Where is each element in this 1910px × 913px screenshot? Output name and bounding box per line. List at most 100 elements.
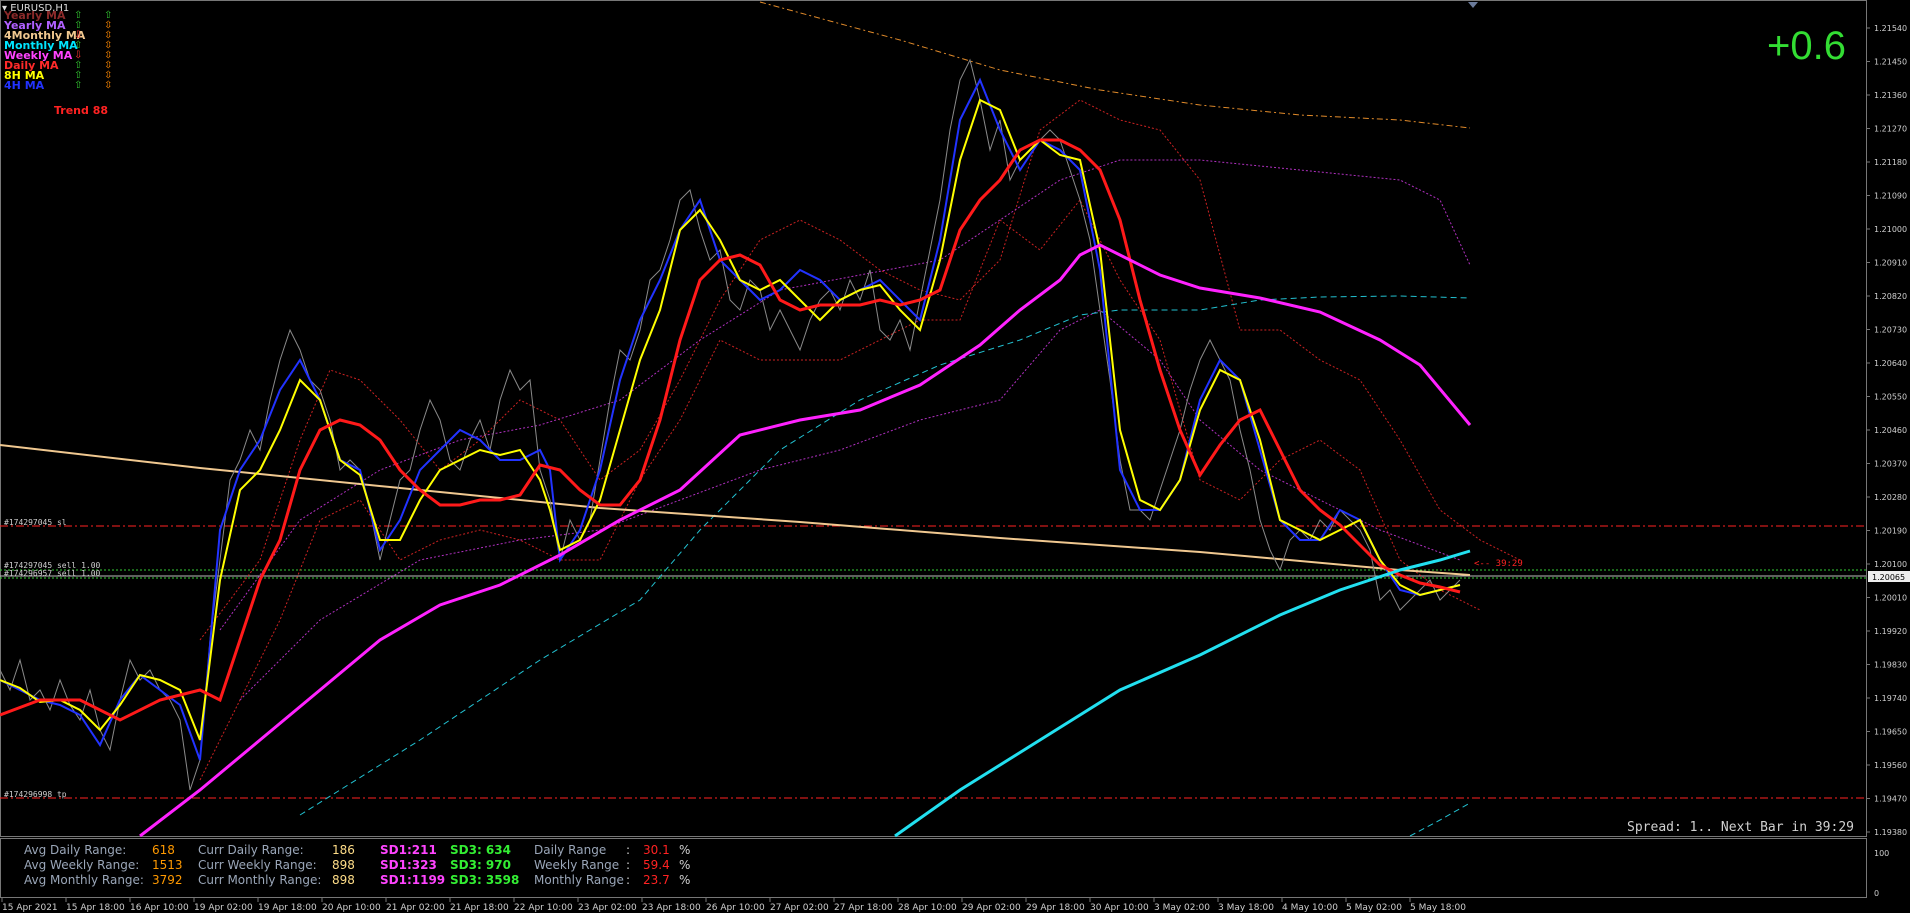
curr-range-value: 898 (332, 858, 355, 872)
range-pct-value: 30.1 (643, 843, 670, 857)
price-tick-label: 1.20640 (1874, 359, 1907, 368)
time-tick-label: 19 Apr 02:00 (194, 903, 253, 913)
time-tick-label: 15 Apr 2021 (2, 903, 58, 913)
ma-row-label: 4H MA (4, 79, 45, 92)
price-tick-label: 1.21270 (1874, 125, 1907, 134)
price-tick-label: 1.20010 (1874, 594, 1907, 603)
range-pct-label: Weekly Range (534, 858, 620, 872)
monthly-band-lower (1409, 802, 1471, 837)
price-tick-label: 1.19740 (1874, 694, 1907, 703)
price-line (0, 58, 1461, 791)
sd3-value: SD3: 970 (450, 858, 511, 872)
curr-range-value: 898 (332, 873, 355, 887)
monthly-ma-line (894, 549, 1471, 838)
percent-change: +0.6 (1767, 24, 1846, 68)
avg-range-label: Avg Monthly Range: (24, 873, 144, 887)
price-tick-label: 1.19380 (1874, 828, 1907, 837)
price-tick-label: 1.20370 (1874, 460, 1907, 469)
curr-range-label: Curr Weekly Range: (198, 858, 317, 872)
range-pct-colon: : (626, 843, 631, 857)
trend-label: Trend 88 (54, 104, 109, 117)
avg-range-value: 618 (152, 843, 175, 857)
time-tick-label: 3 May 02:00 (1154, 903, 1210, 913)
range-pct-sign: % (679, 858, 691, 872)
price-tick-label: 1.19830 (1874, 661, 1907, 670)
range-pct-label: Monthly Range (534, 873, 624, 887)
time-tick-label: 29 Apr 02:00 (962, 903, 1021, 913)
time-tick-label: 23 Apr 18:00 (642, 903, 701, 913)
time-tick-label: 15 Apr 18:00 (66, 903, 125, 913)
range-pct-colon: : (626, 858, 631, 872)
time-tick-label: 16 Apr 10:00 (130, 903, 189, 913)
main-chart-frame (0, 0, 1867, 837)
price-tick-label: 1.21090 (1874, 192, 1907, 201)
price-tick-label: 1.20550 (1874, 393, 1907, 402)
avg-range-label: Avg Weekly Range: (24, 858, 140, 872)
range-pct-sign: % (679, 843, 691, 857)
range-pct-label: Daily Range (534, 843, 607, 857)
avg-range-value: 1513 (152, 858, 183, 872)
time-tick-label: 27 Apr 02:00 (770, 903, 829, 913)
monthly-band-upper (299, 295, 1471, 816)
price-tick-label: 1.21360 (1874, 91, 1907, 100)
trend-arrow-icon: ⇳ (104, 80, 113, 91)
price-tick-label: 1.19560 (1874, 761, 1907, 770)
time-tick-label: 26 Apr 10:00 (706, 903, 765, 913)
price-tick-label: 1.20460 (1874, 426, 1907, 435)
price-tick-label: 1.19920 (1874, 627, 1907, 636)
time-tick-label: 28 Apr 10:00 (898, 903, 957, 913)
time-tick-label: 5 May 18:00 (1410, 903, 1466, 913)
price-chart[interactable]: 1.21540 1.21450 1.21360 1.21270 1.21180 1.210… (0, 0, 1910, 913)
price-tick-label: 1.21540 (1874, 24, 1907, 33)
time-tick-label: 29 Apr 18:00 (1026, 903, 1085, 913)
price-tick-label: 1.21180 (1874, 158, 1907, 167)
price-tick-label: 1.19470 (1874, 795, 1907, 804)
curr-range-label: Curr Daily Range: (198, 843, 304, 857)
avg-range-value: 3792 (152, 873, 183, 887)
price-tick-label: 1.20280 (1874, 493, 1907, 502)
sd1-value: SD1:323 (380, 858, 437, 872)
time-tick-label: 5 May 02:00 (1346, 903, 1402, 913)
sub-axis-top: 100 (1874, 849, 1889, 858)
price-tick-label: 1.20820 (1874, 292, 1907, 301)
sd1-value: SD1:211 (380, 843, 437, 857)
trend-arrow-icon: ⇧ (74, 80, 83, 91)
price-tick-label: 1.20100 (1874, 560, 1907, 569)
time-tick-label: 3 May 18:00 (1218, 903, 1274, 913)
range-pct-colon: : (626, 873, 631, 887)
time-tick-label: 19 Apr 18:00 (258, 903, 317, 913)
price-tick-label: 1.21000 (1874, 225, 1907, 234)
avg-range-label: Avg Daily Range: (24, 843, 127, 857)
price-axis: 1.21540 1.21450 1.21360 1.21270 1.21180 1.210… (1866, 24, 1907, 837)
shift-marker-icon[interactable] (1468, 2, 1478, 8)
price-tick-label: 1.21450 (1874, 58, 1907, 67)
price-tick-label: 1.19650 (1874, 728, 1907, 737)
daily-band-upper (199, 99, 1521, 641)
time-tick-label: 21 Apr 02:00 (386, 903, 445, 913)
time-tick-label: 30 Apr 10:00 (1090, 903, 1149, 913)
sd3-value: SD3: 634 (450, 843, 511, 857)
bar-countdown: <-- 39:29 (1474, 559, 1523, 569)
order-tp-label[interactable]: #174296998 tp (4, 790, 67, 799)
time-tick-label: 27 Apr 18:00 (834, 903, 893, 913)
range-pct-value: 59.4 (643, 858, 670, 872)
yearly-ma-line (759, 1, 1471, 129)
time-axis: 15 Apr 2021 15 Apr 18:00 16 Apr 10:00 19 Ap… (1, 898, 1466, 913)
sub-axis-bottom: 0 (1874, 889, 1879, 898)
order-sl-label[interactable]: #174297045 sl (4, 518, 67, 527)
order-sell-label-2[interactable]: #174296957 sell 1.00 (4, 569, 100, 578)
sd1-value: SD1:1199 (380, 873, 446, 887)
time-tick-label: 20 Apr 10:00 (322, 903, 381, 913)
range-pct-sign: % (679, 873, 691, 887)
time-tick-label: 22 Apr 10:00 (514, 903, 573, 913)
current-price-value: 1.20065 (1872, 573, 1905, 582)
spread-status: Spread: 1.. Next Bar in 39:29 (1627, 820, 1854, 835)
curr-range-label: Curr Monthly Range: (198, 873, 322, 887)
daily-band-lower (199, 199, 1481, 781)
price-tick-label: 1.20190 (1874, 527, 1907, 536)
price-tick-label: 1.20730 (1874, 326, 1907, 335)
price-tick-label: 1.20910 (1874, 259, 1907, 268)
sd3-value: SD3: 3598 (450, 873, 520, 887)
time-tick-label: 21 Apr 18:00 (450, 903, 509, 913)
time-tick-label: 23 Apr 02:00 (578, 903, 637, 913)
